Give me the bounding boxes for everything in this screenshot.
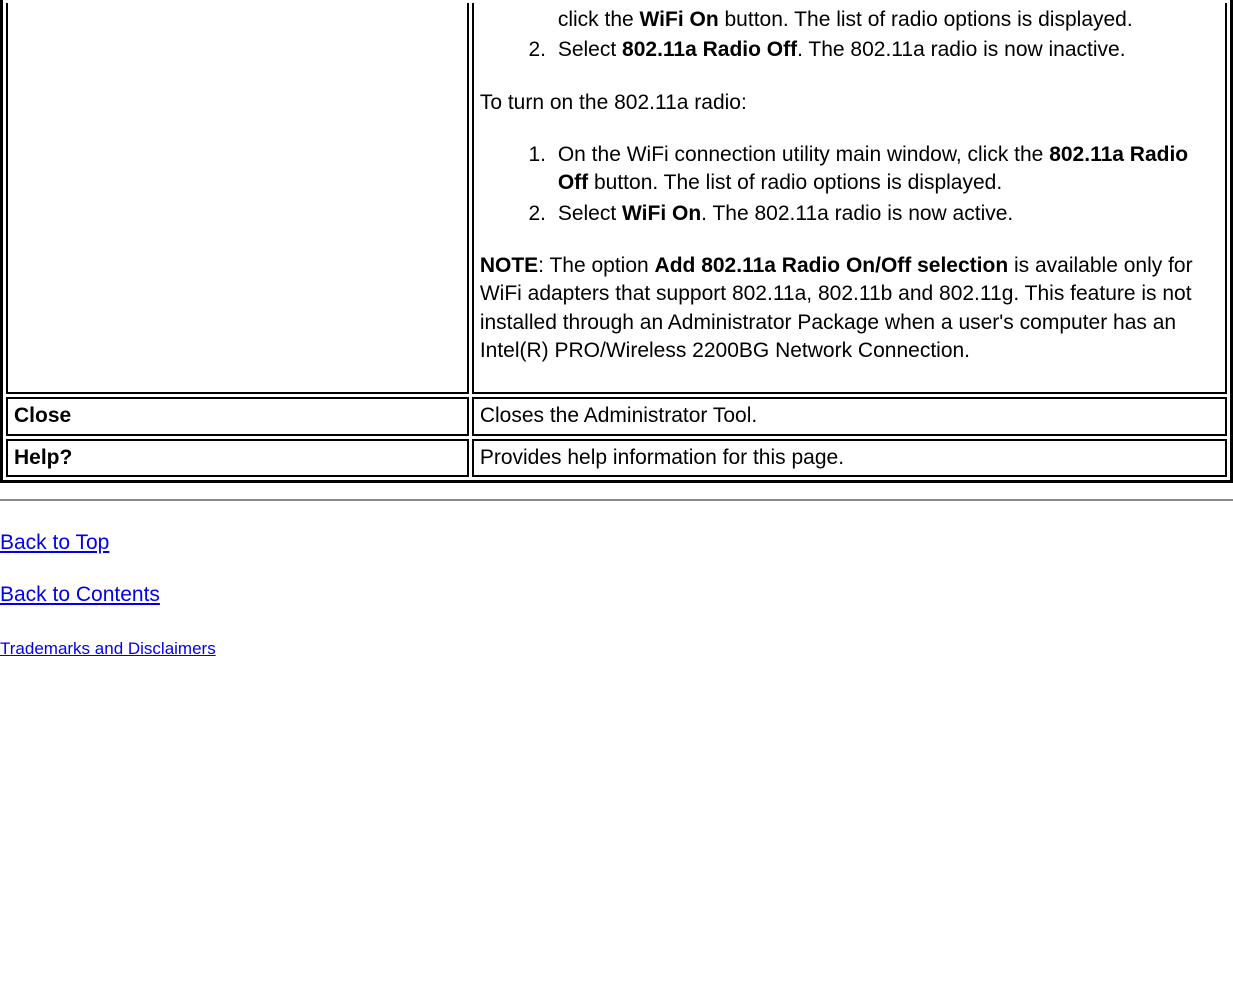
list-item-continuation: click the WiFi On button. The list of ra…	[480, 6, 1219, 34]
link-block: Trademarks and Disclaimers	[0, 638, 1233, 661]
list-item: On the WiFi connection utility main wind…	[552, 141, 1219, 198]
info-table: click the WiFi On button. The list of ra…	[0, 0, 1233, 483]
cell-label-close: Close	[6, 397, 469, 435]
table-row: Help? Provides help information for this…	[6, 439, 1227, 477]
table-row: Close Closes the Administrator Tool.	[6, 397, 1227, 435]
cell-content-radio: click the WiFi On button. The list of ra…	[472, 3, 1227, 394]
trademarks-link[interactable]: Trademarks and Disclaimers	[0, 639, 216, 658]
table-row: click the WiFi On button. The list of ra…	[6, 3, 1227, 394]
paragraph-turn-on: To turn on the 802.11a radio:	[480, 89, 1219, 117]
divider	[0, 499, 1233, 501]
text-bold: WiFi On	[622, 202, 701, 225]
text-bold: NOTE	[480, 254, 538, 277]
text-bold: Add 802.11a Radio On/Off selection	[655, 254, 1009, 277]
text: On the WiFi connection utility main wind…	[558, 143, 1049, 166]
cell-label-help: Help?	[6, 439, 469, 477]
link-block: Back to Contents	[0, 581, 1233, 609]
cell-content-close: Closes the Administrator Tool.	[472, 397, 1227, 435]
link-block: Back to Top	[0, 529, 1233, 557]
ordered-list-off: Select 802.11a Radio Off. The 802.11a ra…	[480, 36, 1219, 64]
list-item: Select WiFi On. The 802.11a radio is now…	[552, 200, 1219, 228]
text: . The 802.11a radio is now active.	[701, 202, 1013, 225]
text: button. The list of radio options is dis…	[588, 171, 1002, 194]
cell-label-empty	[6, 3, 469, 394]
back-to-contents-link[interactable]: Back to Contents	[0, 583, 160, 606]
cell-content-help: Provides help information for this page.	[472, 439, 1227, 477]
text: : The option	[538, 254, 654, 277]
paragraph-note: NOTE: The option Add 802.11a Radio On/Of…	[480, 252, 1219, 365]
ordered-list-on: On the WiFi connection utility main wind…	[480, 141, 1219, 228]
text: Select	[558, 202, 622, 225]
back-to-top-link[interactable]: Back to Top	[0, 531, 109, 554]
list-item: Select 802.11a Radio Off. The 802.11a ra…	[552, 36, 1219, 64]
